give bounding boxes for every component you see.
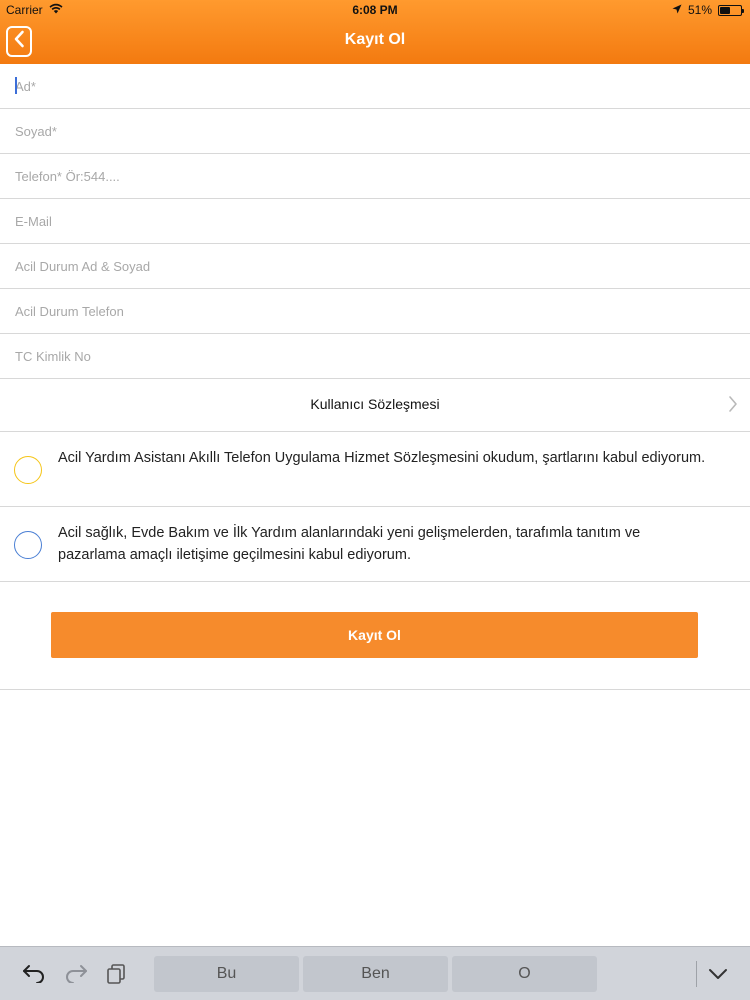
battery-icon bbox=[718, 4, 744, 16]
emergency-phone-row bbox=[0, 289, 750, 334]
emergency-name-field[interactable] bbox=[15, 244, 735, 288]
nav-bar: Kayıt Ol bbox=[0, 20, 750, 64]
tc-id-row bbox=[0, 334, 750, 379]
page-title: Kayıt Ol bbox=[344, 31, 406, 48]
email-field[interactable] bbox=[15, 199, 735, 243]
location-arrow-icon bbox=[672, 3, 682, 17]
service-agreement-radio[interactable] bbox=[14, 456, 42, 484]
user-agreement-link[interactable]: Kullanıcı Sözleşmesi bbox=[0, 379, 750, 432]
undo-icon[interactable] bbox=[22, 963, 46, 988]
user-agreement-label: Kullanıcı Sözleşmesi bbox=[310, 396, 440, 412]
status-time: 6:08 PM bbox=[352, 3, 398, 17]
emergency-phone-field[interactable] bbox=[15, 289, 735, 333]
first-name-row bbox=[0, 64, 750, 109]
phone-row bbox=[0, 154, 750, 199]
service-agreement-consent: Acil Yardım Asistanı Akıllı Telefon Uygu… bbox=[0, 432, 750, 507]
email-row bbox=[0, 199, 750, 244]
status-bar: Carrier 6:08 PM 51% bbox=[0, 0, 750, 20]
emergency-name-row bbox=[0, 244, 750, 289]
suggestion-2[interactable]: Ben bbox=[303, 956, 448, 992]
text-cursor bbox=[15, 77, 17, 94]
marketing-consent-text: Acil sağlık, Evde Bakım ve İlk Yardım al… bbox=[58, 525, 641, 563]
suggestion-1[interactable]: Bu bbox=[154, 956, 299, 992]
paste-icon[interactable] bbox=[106, 963, 128, 990]
top-bar: Carrier 6:08 PM 51% Kayıt Ol bbox=[0, 0, 750, 64]
phone-field[interactable] bbox=[15, 154, 735, 198]
redo-icon[interactable] bbox=[64, 963, 88, 988]
last-name-row bbox=[0, 109, 750, 154]
registration-form: Kullanıcı Sözleşmesi Acil Yardım Asistan… bbox=[0, 64, 750, 690]
first-name-field[interactable] bbox=[15, 64, 735, 108]
service-agreement-text: Acil Yardım Asistanı Akıllı Telefon Uygu… bbox=[58, 450, 706, 466]
battery-percent: 51% bbox=[687, 3, 712, 17]
dismiss-keyboard-chevron-down-icon[interactable] bbox=[708, 967, 728, 985]
marketing-consent: Acil sağlık, Evde Bakım ve İlk Yardım al… bbox=[0, 507, 750, 582]
suggestion-3[interactable]: O bbox=[452, 956, 597, 992]
submit-area: Kayıt Ol bbox=[0, 582, 750, 690]
last-name-field[interactable] bbox=[15, 109, 735, 153]
keyboard-toolbar: Bu Ben O bbox=[0, 946, 750, 1000]
marketing-consent-radio[interactable] bbox=[14, 531, 42, 559]
tc-id-field[interactable] bbox=[15, 334, 735, 378]
register-button[interactable]: Kayıt Ol bbox=[51, 612, 698, 658]
toolbar-divider bbox=[696, 961, 697, 987]
chevron-right-icon bbox=[728, 395, 738, 418]
